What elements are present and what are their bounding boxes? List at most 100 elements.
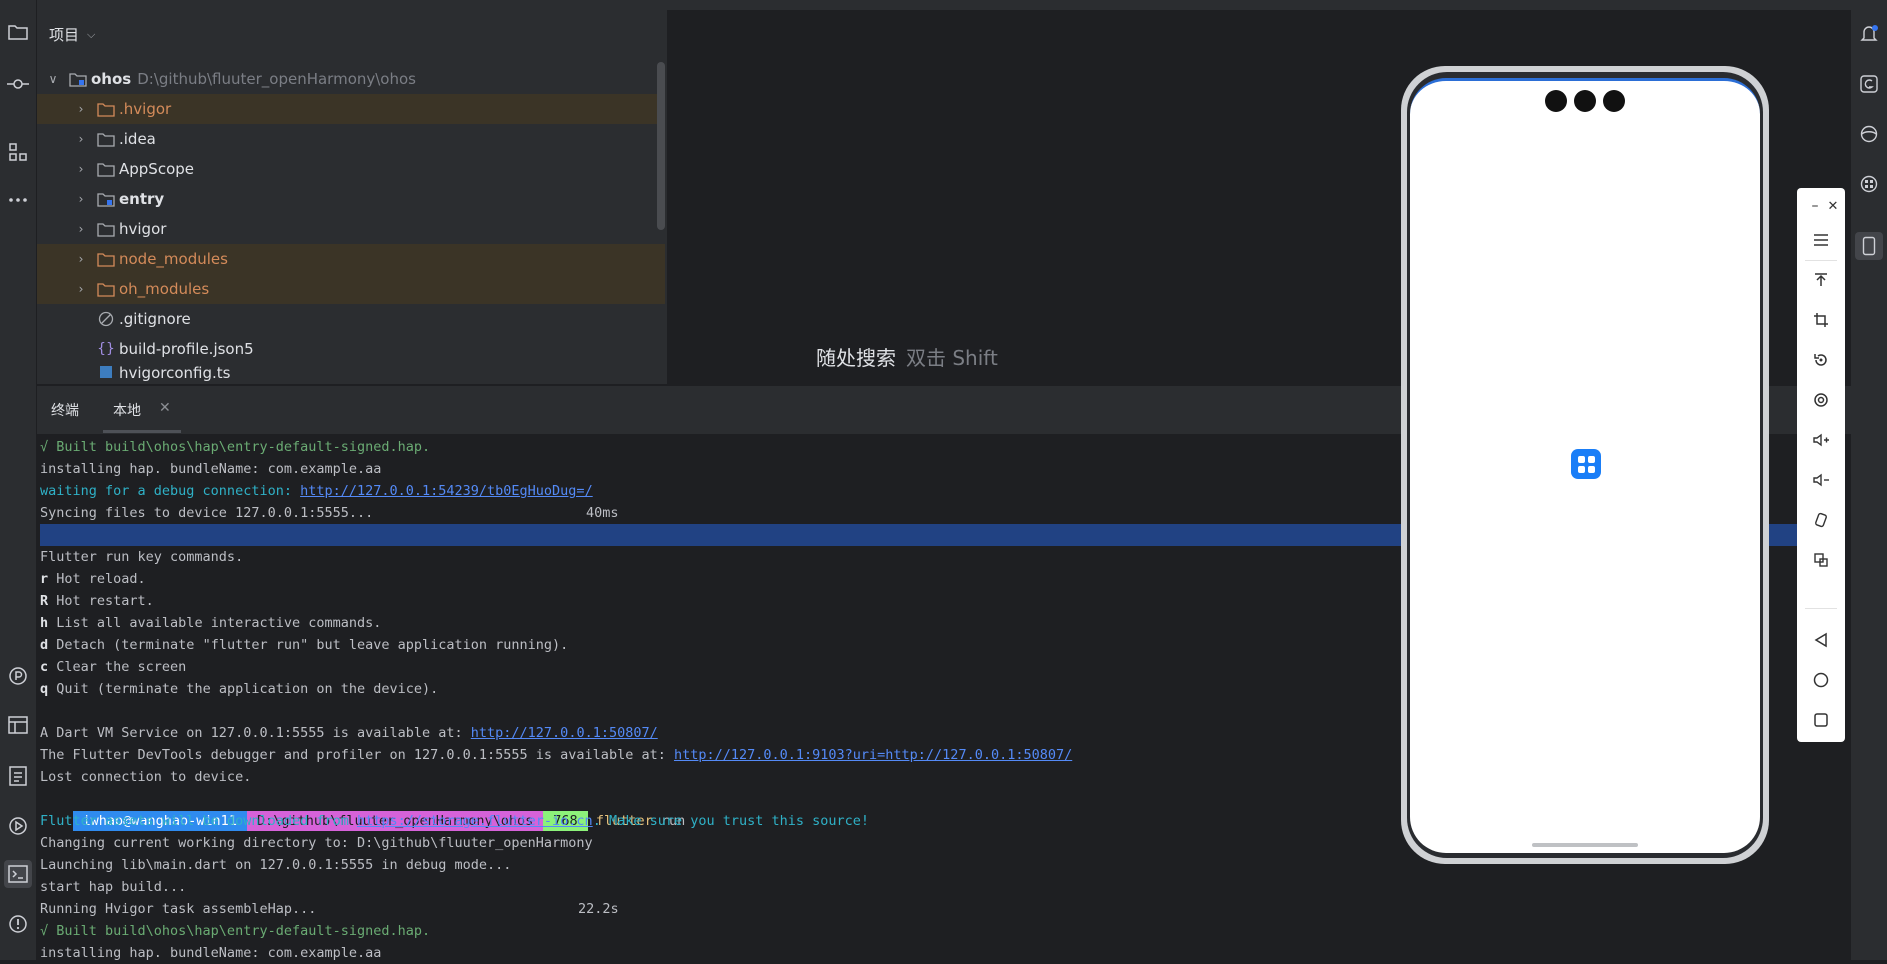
close-icon[interactable]: ✕	[159, 400, 171, 416]
menu-icon[interactable]	[1807, 226, 1835, 254]
ignore-file-icon	[97, 311, 115, 327]
terminal-line: installing hap. bundleName: com.example.…	[40, 945, 382, 961]
tree-item-label: hvigor	[119, 220, 167, 238]
volume-up-icon[interactable]	[1807, 426, 1835, 454]
divider	[1805, 608, 1837, 609]
crop-icon[interactable]	[1807, 306, 1835, 334]
screenshot-icon[interactable]	[1807, 386, 1835, 414]
volume-down-icon[interactable]	[1807, 466, 1835, 494]
camera-icon	[1574, 90, 1596, 112]
chevron-right-icon[interactable]: ›	[73, 192, 89, 206]
folder-icon[interactable]	[4, 18, 32, 46]
emulator-icon[interactable]	[1855, 232, 1883, 260]
tab-local[interactable]: 本地	[113, 400, 141, 420]
terminal-line: Flutter run key commands.	[40, 549, 244, 565]
project-header-label: 项目	[49, 26, 80, 44]
home-indicator[interactable]	[1532, 843, 1638, 847]
close-button[interactable]: ✕	[1819, 192, 1847, 220]
tree-item-label: .idea	[119, 130, 156, 148]
terminal-line: q Quit (terminate the application on the…	[40, 681, 439, 697]
terminal-line: h List all available interactive command…	[40, 615, 382, 631]
terminal-line: Lost connection to device.	[40, 769, 252, 785]
terminal-icon[interactable]	[4, 860, 32, 888]
project-panel: 项目 ⌵ ∨ ohos D:\github\fluuter_openHarmon…	[37, 10, 667, 384]
rotate-icon[interactable]	[1807, 346, 1835, 374]
project-view-selector[interactable]: 项目 ⌵	[49, 24, 95, 45]
tree-item-entry[interactable]: › entry	[37, 184, 665, 214]
devtools-link[interactable]: http://127.0.0.1:9103?uri=http://127.0.0…	[674, 747, 1072, 763]
tree-item-label: hvigorconfig.ts	[119, 364, 231, 382]
chevron-right-icon[interactable]: ›	[73, 162, 89, 176]
tree-item-hvigor[interactable]: › hvigor	[37, 214, 665, 244]
commit-icon[interactable]	[4, 70, 32, 98]
chevron-right-icon[interactable]: ›	[73, 282, 89, 296]
multi-screen-icon[interactable]	[1807, 546, 1835, 574]
folder-icon	[97, 251, 115, 267]
debug-url-link[interactable]: http://127.0.0.1:54239/tb0EgHuoDug=/	[300, 483, 593, 499]
active-tab-indicator	[103, 430, 181, 433]
notifications-icon[interactable]	[1855, 20, 1883, 48]
chevron-right-icon[interactable]: ›	[73, 222, 89, 236]
run-icon[interactable]	[4, 812, 32, 840]
more-icon[interactable]	[4, 186, 32, 214]
pin-top-icon[interactable]	[1807, 266, 1835, 294]
terminal-line: Flutter assets will be downloaded from h…	[40, 813, 870, 829]
tree-item-appscope[interactable]: › AppScope	[37, 154, 665, 184]
module-folder-icon	[69, 71, 87, 87]
storage-link[interactable]: https://storage.flutter-io.cn	[357, 813, 593, 829]
divider	[1805, 260, 1837, 261]
problems-icon[interactable]	[4, 910, 32, 938]
root-name: ohos	[91, 70, 132, 88]
chevron-right-icon[interactable]: ›	[73, 132, 89, 146]
tree-item-build-profile[interactable]: {} build-profile.json5	[37, 334, 665, 364]
json-file-icon: {}	[97, 341, 115, 357]
camera-icon	[1545, 90, 1567, 112]
project-scrollbar[interactable]	[657, 62, 665, 230]
plugins-icon[interactable]	[1855, 170, 1883, 198]
terminal-line: The Flutter DevTools debugger and profil…	[40, 747, 1073, 763]
chevron-right-icon[interactable]: ›	[73, 252, 89, 266]
chevron-down-icon[interactable]: ∨	[45, 72, 61, 86]
right-tool-bar	[1851, 0, 1887, 960]
tree-item-label: .hvigor	[119, 100, 172, 118]
tree-item-gitignore[interactable]: .gitignore	[37, 304, 665, 334]
tree-item-node-modules[interactable]: › node_modules	[37, 244, 665, 274]
emulator-toolbar: – ✕	[1797, 188, 1845, 742]
tree-item-label: build-profile.json5	[119, 340, 254, 358]
terminal-line: c Clear the screen	[40, 659, 187, 675]
terminal-line: waiting for a debug connection: http://1…	[40, 483, 593, 499]
tree-item-label: AppScope	[119, 160, 194, 178]
app-launch-icon[interactable]	[1571, 449, 1601, 479]
folder-icon	[97, 101, 115, 117]
terminal-line: A Dart VM Service on 127.0.0.1:5555 is a…	[40, 725, 658, 741]
chevron-right-icon[interactable]: ›	[73, 102, 89, 116]
chevron-down-icon: ⌵	[87, 27, 96, 41]
tree-item-label: node_modules	[119, 250, 228, 268]
back-icon[interactable]	[1807, 626, 1835, 654]
terminal-line: d Detach (terminate "flutter run" but le…	[40, 637, 569, 653]
tree-item-hvigor-dot[interactable]: › .hvigor	[37, 94, 665, 124]
layout-icon[interactable]	[4, 711, 32, 739]
tree-item-hvigorconfig[interactable]: hvigorconfig.ts	[37, 364, 665, 384]
profiler-icon[interactable]	[4, 662, 32, 690]
terminal-line: installing hap. bundleName: com.example.…	[40, 461, 382, 477]
tree-item-idea[interactable]: › .idea	[37, 124, 665, 154]
left-tool-bar	[0, 0, 37, 960]
terminal-line: Launching lib\main.dart on 127.0.0.1:555…	[40, 857, 512, 873]
tree-root-ohos[interactable]: ∨ ohos D:\github\fluuter_openHarmony\oho…	[45, 64, 673, 94]
tree-item-label: .gitignore	[119, 310, 191, 328]
terminal-line: r Hot reload.	[40, 571, 146, 587]
camera-icon	[1603, 90, 1625, 112]
rotate-device-icon[interactable]	[1807, 506, 1835, 534]
todo-icon[interactable]	[4, 762, 32, 790]
gradle-icon[interactable]	[1855, 70, 1883, 98]
recents-icon[interactable]	[1807, 706, 1835, 734]
vm-service-link[interactable]: http://127.0.0.1:50807/	[471, 725, 658, 741]
folder-icon	[97, 131, 115, 147]
shell-prompt: iwhao@wanghao-win11 D:\github\fluuter_ope…	[40, 788, 685, 831]
terminal-line: Running Hvigor task assembleHap... 22.2s	[40, 901, 619, 917]
tree-item-oh-modules[interactable]: › oh_modules	[37, 274, 665, 304]
home-icon[interactable]	[1807, 666, 1835, 694]
structure-icon[interactable]	[4, 138, 32, 166]
device-manager-icon[interactable]	[1855, 120, 1883, 148]
